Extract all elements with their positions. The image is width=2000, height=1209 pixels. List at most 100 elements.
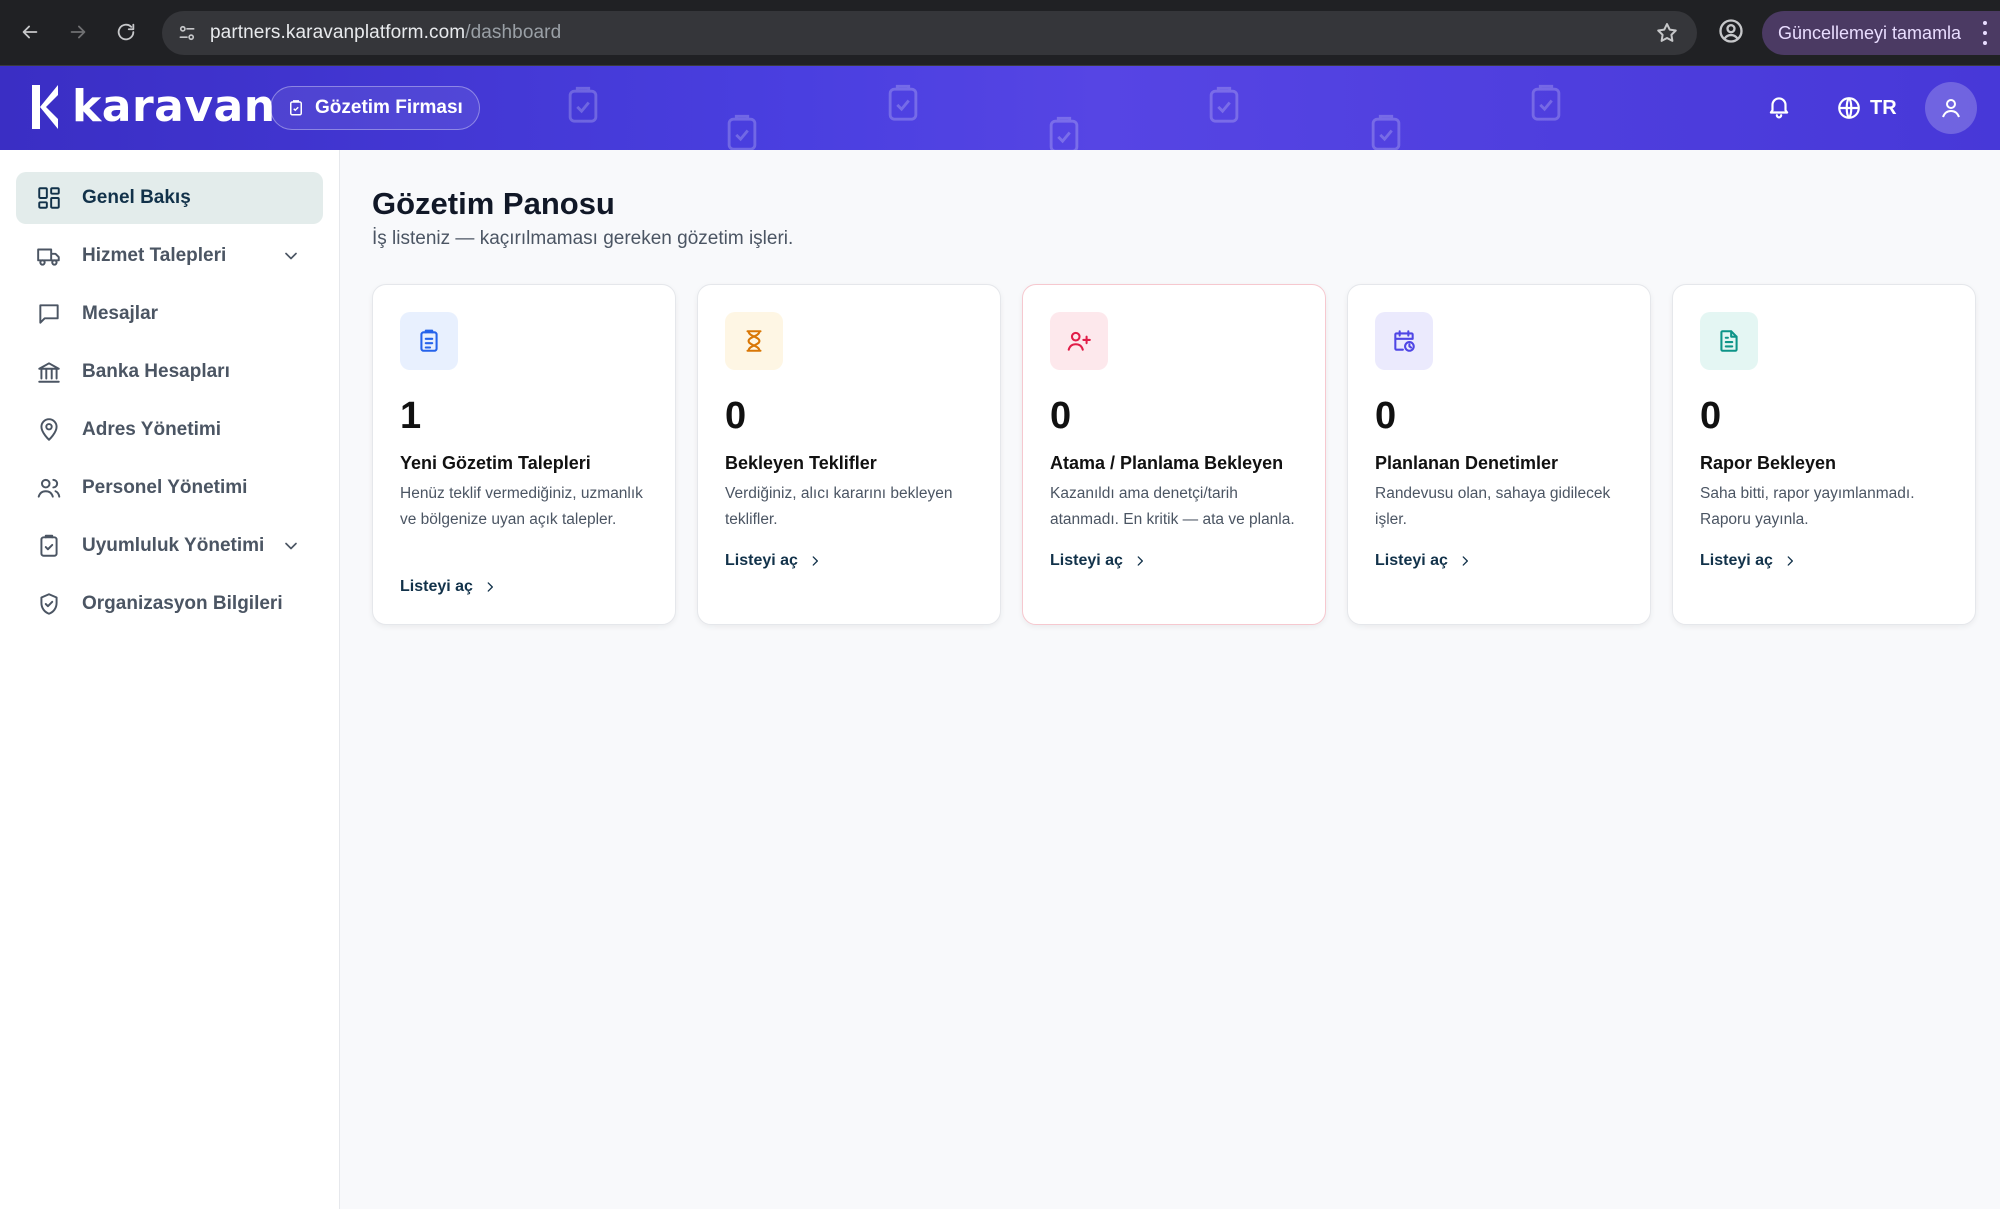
card-atama-planlama-bekleyen[interactable]: 0 Atama / Planlama Bekleyen Kazanıldı am… — [1022, 284, 1326, 625]
open-list-link[interactable]: Listeyi aç — [1375, 552, 1472, 570]
card-bekleyen-teklifler[interactable]: 0 Bekleyen Teklifler Verdiğiniz, alıcı k… — [697, 284, 1001, 625]
card-count: 0 — [1375, 395, 1397, 437]
card-description: Kazanıldı ama denetçi/tarih atanmadı. En… — [1050, 485, 1295, 528]
chevron-down-icon[interactable] — [281, 246, 301, 266]
clipboard-pattern-icon — [885, 82, 921, 122]
update-button[interactable]: Güncellemeyi tamamla — [1762, 11, 2000, 55]
bell-icon — [1769, 97, 1789, 119]
sidebar-item-organizasyon-bilgileri[interactable]: Organizasyon Bilgileri — [16, 578, 323, 630]
card-title: Bekleyen Teklifler — [725, 453, 877, 473]
chevron-right-icon — [812, 556, 818, 566]
card-yeni-gozetim-talepleri[interactable]: 1 Yeni Gözetim Talepleri Henüz teklif ve… — [372, 284, 676, 625]
forward-button[interactable] — [62, 16, 94, 48]
card-description: Saha bitti, rapor yayımlanmadı. Raporu y… — [1700, 485, 1915, 528]
address-bar[interactable]: partners.karavanplatform.com/dashboard — [162, 11, 1697, 55]
sidebar-item-label: Banka Hesapları — [82, 361, 230, 382]
url-path: /dashboard — [465, 22, 562, 43]
role-label: Gözetim Firması — [315, 97, 463, 118]
sidebar-item-adres-yonetimi[interactable]: Adres Yönetimi — [16, 404, 323, 456]
site-info-button[interactable] — [172, 18, 202, 48]
url-host: partners.karavanplatform.com — [210, 22, 466, 43]
clipboard-pattern-icon — [1046, 114, 1082, 150]
card-count: 0 — [725, 395, 747, 437]
chevron-right-icon — [1137, 556, 1143, 566]
sidebar-item-uyumluluk-yonetimi[interactable]: Uyumluluk Yönetimi — [16, 520, 323, 572]
clipboard-pattern-icon — [565, 84, 601, 124]
sidebar-item-label: Hizmet Talepleri — [82, 245, 227, 266]
language-selector[interactable]: TR — [1836, 92, 1897, 124]
arrow-left-icon — [22, 25, 38, 39]
notifications-button[interactable] — [1766, 93, 1796, 123]
card-description: Henüz teklif vermediğiniz, uzmanlık ve b… — [400, 485, 643, 528]
card-rapor-bekleyen[interactable]: 0 Rapor Bekleyen Saha bitti, rapor yayım… — [1672, 284, 1976, 625]
page-subtitle: İş listeniz — kaçırılmaması gereken göze… — [372, 228, 794, 249]
clipboard-pattern-icon — [1528, 82, 1564, 122]
user-plus-icon — [1050, 312, 1108, 370]
card-description: Verdiğiniz, alıcı kararını bekleyen tekl… — [725, 485, 953, 528]
url-text[interactable]: partners.karavanplatform.com/dashboard — [210, 22, 561, 44]
chevron-right-icon — [1787, 556, 1793, 566]
browser-profile-button[interactable] — [1717, 17, 1747, 47]
tune-icon — [179, 25, 195, 41]
clipboard-pattern-icon — [1368, 112, 1404, 150]
bookmark-button[interactable] — [1655, 21, 1679, 45]
sidebar-item-hizmet-talepleri[interactable]: Hizmet Talepleri — [16, 230, 323, 282]
language-code: TR — [1870, 96, 1897, 119]
more-vert-icon[interactable] — [1982, 21, 1988, 45]
open-list-link[interactable]: Listeyi aç — [725, 552, 822, 570]
sidebar-item-label: Uyumluluk Yönetimi — [82, 535, 265, 556]
page-title: Gözetim Panosu — [372, 186, 615, 221]
clipboard-check-icon — [290, 100, 302, 116]
open-list-label: Listeyi aç — [1700, 552, 1773, 569]
star-icon — [1657, 23, 1677, 42]
users-icon — [36, 475, 62, 501]
open-list-label: Listeyi aç — [1375, 552, 1448, 569]
open-list-link[interactable]: Listeyi aç — [1700, 552, 1797, 570]
open-list-label: Listeyi aç — [1050, 552, 1123, 569]
card-planlanan-denetimler[interactable]: 0 Planlanan Denetimler Randevusu olan, s… — [1347, 284, 1651, 625]
account-circle-icon — [1719, 19, 1743, 43]
role-badge[interactable]: Gözetim Firması — [270, 86, 480, 130]
sidebar-item-label: Adres Yönetimi — [82, 419, 222, 440]
chevron-right-icon — [487, 582, 493, 592]
user-icon — [1942, 99, 1960, 118]
reload-icon — [117, 23, 135, 41]
shield-check-icon — [36, 591, 62, 617]
karavan-mark-icon — [32, 85, 58, 129]
sidebar-item-personel-yonetimi[interactable]: Personel Yönetimi — [16, 462, 323, 514]
reload-button[interactable] — [110, 16, 142, 48]
sidebar-item-label: Personel Yönetimi — [82, 477, 248, 498]
card-title: Planlanan Denetimler — [1375, 453, 1559, 473]
sidebar-item-label: Genel Bakış — [82, 187, 191, 208]
message-icon — [36, 301, 62, 327]
card-title: Rapor Bekleyen — [1700, 453, 1837, 473]
sidebar: Genel Bakış Hizmet Talepleri Mesajlar Ba… — [0, 150, 340, 1209]
karavan-logo[interactable]: karavan — [30, 82, 276, 132]
open-list-link[interactable]: Listeyi aç — [400, 578, 497, 596]
card-description: Randevusu olan, sahaya gidilecek işler. — [1375, 485, 1611, 528]
sidebar-item-banka-hesaplari[interactable]: Banka Hesapları — [16, 346, 323, 398]
card-title: Yeni Gözetim Talepleri — [400, 453, 591, 473]
sidebar-item-label: Mesajlar — [82, 303, 159, 324]
sidebar-item-genel-bakis[interactable]: Genel Bakış — [16, 172, 323, 224]
calendar-clock-icon — [1375, 312, 1433, 370]
card-count: 1 — [400, 395, 422, 437]
card-count: 0 — [1050, 395, 1072, 437]
sidebar-item-mesajlar[interactable]: Mesajlar — [16, 288, 323, 340]
clipboard-pattern-icon — [1206, 84, 1242, 124]
open-list-label: Listeyi aç — [725, 552, 798, 569]
open-list-label: Listeyi aç — [400, 578, 473, 595]
back-button[interactable] — [14, 16, 46, 48]
user-avatar-button[interactable] — [1925, 82, 1977, 134]
card-title: Atama / Planlama Bekleyen — [1050, 453, 1284, 473]
map-pin-icon — [36, 417, 62, 443]
chevron-down-icon[interactable] — [281, 536, 301, 556]
grid-icon — [36, 185, 62, 211]
clipboard-check-icon — [36, 533, 62, 559]
chevron-right-icon — [1462, 556, 1468, 566]
clipboard-list-icon — [400, 312, 458, 370]
truck-icon — [36, 243, 62, 269]
update-button-label: Güncellemeyi tamamla — [1778, 22, 1962, 43]
open-list-link[interactable]: Listeyi aç — [1050, 552, 1147, 570]
hourglass-icon — [725, 312, 783, 370]
